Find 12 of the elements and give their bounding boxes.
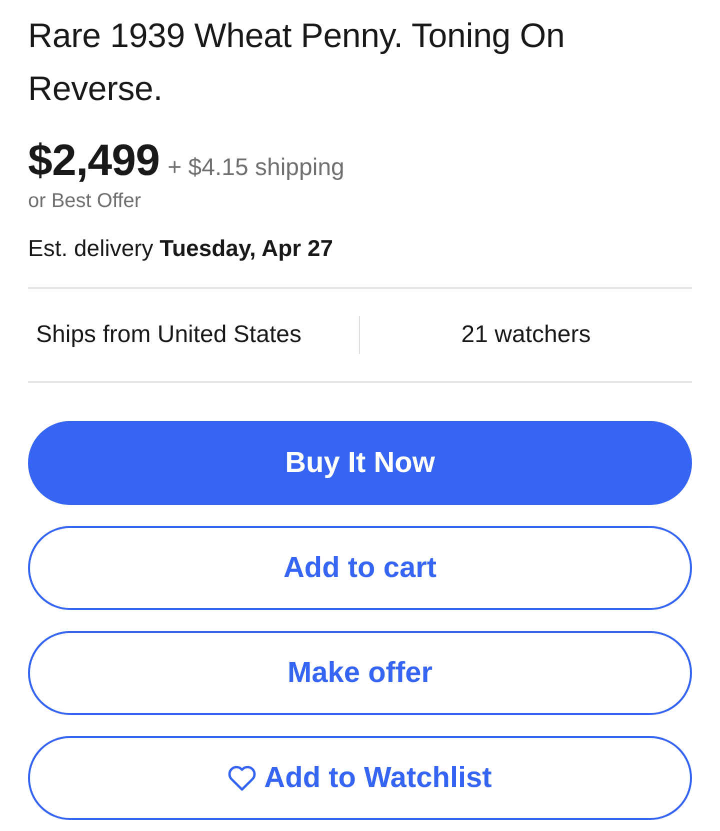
action-button[interactable]: Make offer [28,631,692,715]
heart-icon [228,766,256,790]
delivery-estimate: Est. delivery Tuesday, Apr 27 [28,234,334,263]
shipping-cost: + $4.15 shipping [168,154,344,182]
action-button[interactable]: Add to cart [28,526,692,610]
ships-from-text: Ships from United States [36,321,302,349]
item-title: Rare 1939 Wheat Penny. Toning On Reverse. [28,16,566,110]
best-offer-note: or Best Offer [28,189,142,214]
buy-now-button[interactable]: Buy It Now [28,421,692,505]
item-price: $2,499 [28,136,160,186]
watchlist-button[interactable]: Add to Watchlist [28,736,692,820]
watchers-count: 21 watchers [461,321,591,349]
